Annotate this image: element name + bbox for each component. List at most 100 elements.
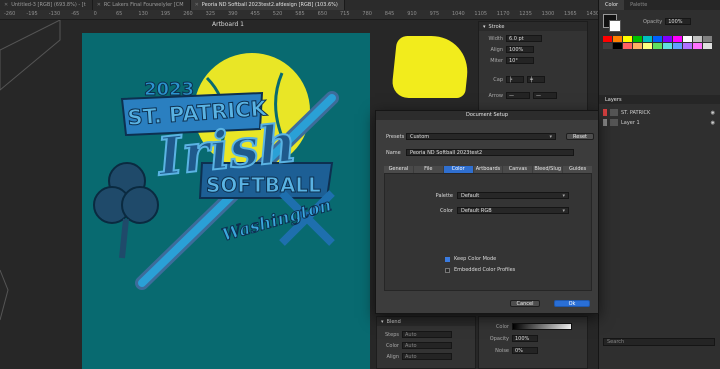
doc-tab-untitled[interactable]: ✕ Untitled-3 [RGB] (693.8%) - [t — [0, 0, 93, 10]
color-swatch[interactable] — [643, 43, 652, 49]
color-opacity-label: Opacity — [643, 18, 663, 25]
ruler-tick-label: 65 — [116, 11, 123, 17]
dialog-title: Document Setup — [376, 111, 598, 120]
blend-steps-field[interactable]: Auto — [402, 331, 452, 338]
blend-align-field[interactable]: Auto — [402, 353, 452, 360]
layer-row[interactable]: ST. PATRICK ◉ — [603, 108, 715, 117]
color-panel-tabs: Color Palette — [599, 0, 720, 10]
doc-tab-rc-lakers[interactable]: ✕ RC Lakers Final Fourwelyler [CM — [93, 0, 191, 10]
color-swatch[interactable] — [643, 36, 652, 42]
layer-thumbnail — [610, 119, 618, 126]
color-swatch[interactable] — [623, 43, 632, 49]
ruler-tick-label: -260 — [4, 11, 16, 17]
stroke-panel-title: Stroke — [488, 23, 505, 30]
color-swatch[interactable] — [693, 36, 702, 42]
blend-align-row: Align Auto — [383, 353, 452, 360]
artwork-line3: SOFTBALL — [206, 173, 321, 197]
presets-row: Presets Custom ▾ Reset — [386, 133, 594, 140]
doc-tab-label: Peoria ND Softball 2023test2.afdesign [R… — [201, 2, 338, 8]
layer-row[interactable]: Layer 1 ◉ — [603, 118, 715, 127]
cap-round-button[interactable]: ╪ — [527, 76, 545, 83]
dialog-tab-artboards[interactable]: Artboards — [473, 166, 503, 173]
color-swatch[interactable] — [663, 43, 672, 49]
palette-dropdown[interactable]: Default ▾ — [457, 192, 569, 199]
arrow-end-select[interactable]: — — [533, 92, 557, 99]
color-row: Color Default RGB ▾ — [423, 207, 569, 214]
color-swatch[interactable] — [623, 36, 632, 42]
color-swatch[interactable] — [673, 43, 682, 49]
color-swatch[interactable] — [703, 43, 712, 49]
blend-color-field[interactable]: Auto — [402, 342, 452, 349]
dialog-tab-file[interactable]: File — [413, 166, 443, 173]
color-swatch[interactable] — [613, 43, 622, 49]
artboard-label: Artboard 1 — [212, 21, 244, 28]
stroke-cap-row: Cap ╞ ╪ — [483, 76, 545, 83]
artboard[interactable]: 2023 ST. PATRICK Irish SOFTBALL Washingt… — [82, 33, 370, 369]
keep-color-mode-checkbox[interactable] — [445, 256, 450, 262]
color-swatch[interactable] — [693, 43, 702, 49]
color-swatch[interactable] — [603, 43, 612, 49]
color-swatch[interactable] — [633, 36, 642, 42]
ok-button[interactable]: Ok — [554, 300, 590, 307]
name-field[interactable]: Peoria ND Softball 2023test2 — [406, 149, 574, 156]
layers-title: Layers — [605, 96, 622, 103]
cap-butt-button[interactable]: ╞ — [506, 76, 524, 83]
arrow-start-select[interactable]: — — [506, 92, 530, 99]
dialog-tab-canvas[interactable]: Canvas — [503, 166, 533, 173]
tab-color[interactable]: Color — [599, 0, 625, 10]
eye-icon[interactable]: ◉ — [711, 120, 715, 126]
dialog-tab-color[interactable]: Color — [443, 166, 473, 173]
dialog-tab-general[interactable]: General — [384, 166, 413, 173]
horizontal-ruler: -260 -195 -130 -65 0 65 130 195 260 325 390 455 520 5… — [0, 10, 660, 20]
ruler-tick-label: 1040 — [452, 11, 465, 17]
ruler-tick-label: 1105 — [474, 11, 488, 17]
stroke-miter-field[interactable]: 10° — [506, 57, 534, 64]
tab-palette[interactable]: Palette — [624, 0, 653, 10]
color-dropdown[interactable]: Default RGB ▾ — [457, 207, 569, 214]
close-icon[interactable]: ✕ — [195, 2, 199, 8]
stroke-width-field[interactable]: 6.0 pt — [506, 35, 542, 42]
palette-row: Palette Default ▾ — [423, 192, 569, 199]
search-input[interactable]: Search — [603, 338, 715, 346]
presets-dropdown[interactable]: Custom ▾ — [406, 133, 556, 140]
ruler-tick-label: 845 — [384, 11, 395, 17]
dialog-tab-guides[interactable]: Guides — [563, 166, 593, 173]
embedded-profiles-checkbox[interactable] — [445, 267, 450, 273]
color-swatch[interactable] — [653, 36, 662, 42]
color-swatch[interactable] — [683, 36, 692, 42]
blend-steps-row: Steps Auto — [383, 331, 452, 338]
gradient-color-label: Color — [495, 323, 509, 330]
gradient-noise-field[interactable]: 0% — [512, 347, 538, 354]
eye-icon[interactable]: ◉ — [711, 110, 715, 116]
color-swatch[interactable] — [633, 43, 642, 49]
right-panel: Color Palette Opacity 100% Layers ST. PA… — [598, 0, 720, 369]
stroke-align-field[interactable]: 100% — [506, 46, 534, 53]
chevron-down-icon[interactable]: ▾ — [483, 24, 486, 30]
color-swatch[interactable] — [663, 36, 672, 42]
stroke-width-label: Width — [488, 35, 503, 42]
color-swatch[interactable] — [673, 36, 682, 42]
color-swatch[interactable] — [613, 36, 622, 42]
close-icon[interactable]: ✕ — [4, 2, 8, 8]
color-tab-content: Palette Default ▾ Color Default RGB ▾ Ke… — [384, 173, 592, 291]
color-opacity-field[interactable]: 100% — [665, 18, 692, 25]
gradient-bar[interactable] — [512, 323, 572, 330]
shamrock-icon — [93, 162, 159, 259]
cancel-button[interactable]: Cancel — [510, 300, 540, 307]
doc-tab-peoria[interactable]: ✕ Peoria ND Softball 2023test2.afdesign … — [190, 0, 345, 10]
color-swatch[interactable] — [703, 36, 712, 42]
color-swatch[interactable] — [603, 36, 612, 42]
embedded-profiles-row[interactable]: Embedded Color Profiles — [445, 267, 515, 273]
keep-color-mode-row[interactable]: Keep Color Mode — [445, 256, 496, 262]
gradient-opacity-field[interactable]: 100% — [512, 335, 538, 342]
blend-align-label: Align — [386, 353, 399, 360]
chevron-down-icon: ▾ — [562, 193, 565, 199]
gradient-opacity-label: Opacity — [489, 335, 509, 342]
color-swatch[interactable] — [683, 43, 692, 49]
close-icon[interactable]: ✕ — [97, 2, 101, 8]
chevron-down-icon[interactable]: ▾ — [381, 319, 384, 325]
color-swatch[interactable] — [653, 43, 662, 49]
dialog-tab-bleed-slug[interactable]: Bleed/Slug — [533, 166, 563, 173]
stroke-swatch[interactable] — [609, 20, 621, 32]
reset-button[interactable]: Reset — [566, 133, 594, 140]
